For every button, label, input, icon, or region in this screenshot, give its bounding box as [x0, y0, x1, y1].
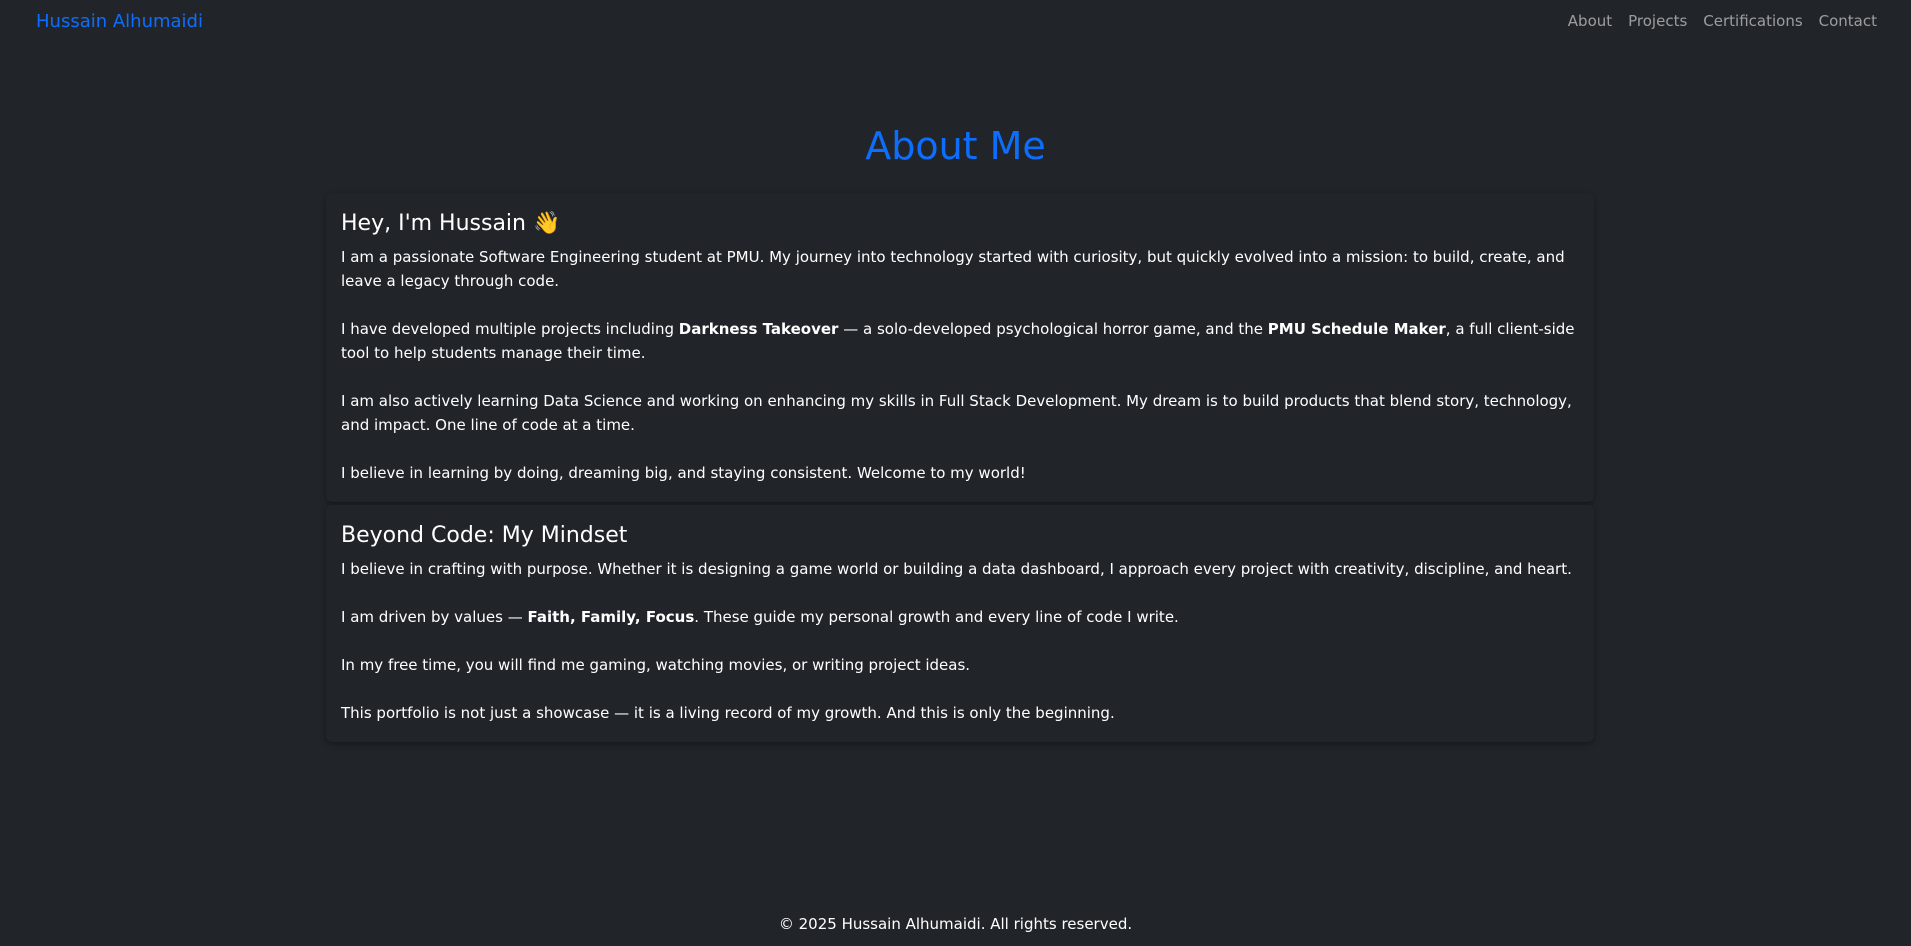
text-segment: — a solo-developed psychological horror …: [838, 320, 1268, 338]
text-segment: I believe in learning by doing, dreaming…: [341, 464, 1026, 482]
text-segment: . These guide my personal growth and eve…: [694, 608, 1179, 626]
mindset-paragraph: This portfolio is not just a showcase — …: [341, 701, 1579, 725]
text-segment: I am driven by values —: [341, 608, 528, 626]
nav-links: About Projects Certifications Contact: [1568, 12, 1877, 30]
mindset-paragraph: In my free time, you will find me gaming…: [341, 653, 1579, 677]
intro-paragraph: I am also actively learning Data Science…: [341, 389, 1579, 437]
text-segment: This portfolio is not just a showcase — …: [341, 704, 1115, 722]
mindset-paragraph: I am driven by values — Faith, Family, F…: [341, 605, 1579, 629]
footer-text: © 2025 Hussain Alhumaidi. All rights res…: [778, 915, 1133, 933]
text-segment: I am a passionate Software Engineering s…: [341, 248, 1565, 290]
navbar: Hussain Alhumaidi About Projects Certifi…: [0, 0, 1911, 42]
text-segment: I have developed multiple projects inclu…: [341, 320, 679, 338]
text-segment: I believe in crafting with purpose. Whet…: [341, 560, 1572, 578]
page-title: About Me: [865, 124, 1046, 168]
intro-paragraph: I am a passionate Software Engineering s…: [341, 245, 1579, 293]
mindset-heading: Beyond Code: My Mindset: [341, 523, 628, 548]
mindset-paragraph: I believe in crafting with purpose. Whet…: [341, 557, 1579, 581]
nav-link-projects[interactable]: Projects: [1628, 12, 1687, 30]
mindset-card: Beyond Code: My Mindset I believe in cra…: [326, 505, 1594, 742]
footer: © 2025 Hussain Alhumaidi. All rights res…: [0, 912, 1911, 936]
intro-heading: Hey, I'm Hussain 👋: [341, 211, 561, 236]
text-segment: I am also actively learning Data Science…: [341, 392, 1572, 434]
text-segment: In my free time, you will find me gaming…: [341, 656, 971, 674]
intro-card: Hey, I'm Hussain 👋 I am a passionate Sof…: [326, 193, 1594, 502]
nav-link-about[interactable]: About: [1568, 12, 1612, 30]
intro-paragraph: I believe in learning by doing, dreaming…: [341, 461, 1579, 485]
nav-link-contact[interactable]: Contact: [1819, 12, 1877, 30]
intro-paragraph: I have developed multiple projects inclu…: [341, 317, 1579, 365]
bold-text: Faith, Family, Focus: [527, 608, 695, 626]
bold-text: PMU Schedule Maker: [1267, 320, 1446, 338]
brand-link[interactable]: Hussain Alhumaidi: [36, 11, 203, 32]
nav-link-certifications[interactable]: Certifications: [1703, 12, 1802, 30]
bold-text: Darkness Takeover: [678, 320, 839, 338]
